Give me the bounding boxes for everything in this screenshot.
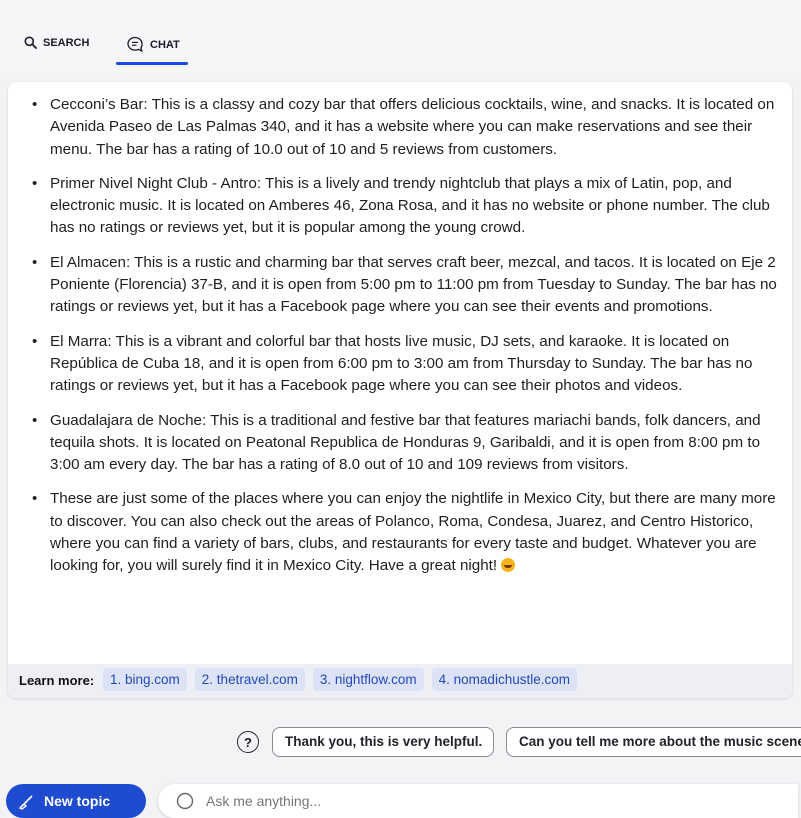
compose-icon — [176, 792, 194, 810]
list-item: El Almacen: This is a rustic and charmin… — [30, 252, 782, 319]
tab-search-label: SEARCH — [43, 36, 90, 49]
chat-response-card: Cecconi’s Bar: This is a classy and cozy… — [8, 82, 792, 698]
suggestion-chip[interactable]: Thank you, this is very helpful. — [272, 727, 494, 757]
learn-more-bar: Learn more: 1. bing.com 2. thetravel.com… — [8, 664, 792, 698]
source-link[interactable]: 1. bing.com — [103, 668, 187, 691]
list-item: These are just some of the places where … — [30, 488, 782, 577]
broom-icon — [18, 795, 33, 810]
chat-input-box[interactable] — [158, 784, 798, 818]
tab-chat[interactable]: CHAT — [126, 36, 180, 53]
list-item-text: These are just some of the places where … — [50, 490, 776, 575]
tab-chat-label: CHAT — [150, 38, 180, 51]
chat-bubble-icon — [127, 36, 143, 53]
source-link[interactable]: 2. thetravel.com — [194, 668, 305, 691]
tab-search[interactable]: SEARCH — [24, 36, 89, 49]
list-item: El Marra: This is a vibrant and colorful… — [30, 331, 782, 398]
list-item-text: Primer Nivel Night Club - Antro: This is… — [50, 174, 770, 237]
source-link[interactable]: 3. nightflow.com — [312, 668, 424, 691]
learn-more-links: 1. bing.com 2. thetravel.com 3. nightflo… — [103, 668, 577, 691]
active-tab-indicator — [116, 62, 188, 65]
new-topic-button[interactable]: New topic — [6, 784, 146, 818]
new-topic-label: New topic — [44, 793, 111, 809]
response-list: Cecconi’s Bar: This is a classy and cozy… — [30, 94, 782, 590]
list-item: Primer Nivel Night Club - Antro: This is… — [30, 173, 782, 240]
question-circle-icon[interactable]: ? — [237, 731, 259, 753]
suggestion-chip[interactable]: Can you tell me more about the music sce… — [506, 727, 801, 757]
learn-more-label: Learn more: — [19, 673, 95, 688]
list-item-text: Guadalajara de Noche: This is a traditio… — [50, 411, 761, 474]
list-item: Guadalajara de Noche: This is a traditio… — [30, 410, 782, 477]
search-icon — [24, 36, 37, 49]
list-item-text: El Marra: This is a vibrant and colorful… — [50, 332, 753, 395]
list-item: Cecconi’s Bar: This is a classy and cozy… — [30, 94, 782, 161]
source-link[interactable]: 4. nomadichustle.com — [431, 668, 577, 691]
list-item-text: El Almacen: This is a rustic and charmin… — [50, 253, 777, 316]
tab-bar: SEARCH CHAT — [0, 0, 801, 72]
chat-input[interactable] — [204, 792, 608, 810]
list-item-text: Cecconi’s Bar: This is a classy and cozy… — [50, 96, 775, 158]
smiley-emoji-icon — [501, 558, 516, 573]
